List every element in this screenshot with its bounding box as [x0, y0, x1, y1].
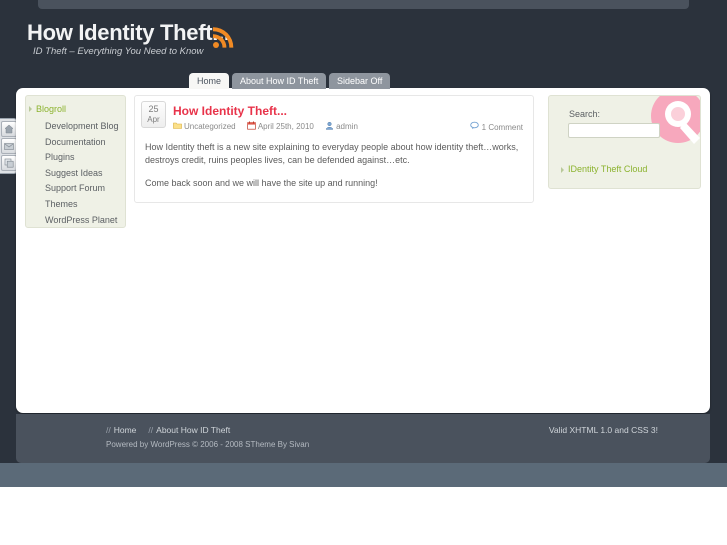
tab-home[interactable]: Home [189, 73, 230, 89]
tab-sidebar-off[interactable]: Sidebar Off [329, 73, 391, 89]
top-bar [38, 0, 689, 9]
footer-link-about[interactable]: About How ID Theft [156, 425, 230, 435]
post-meta: Uncategorized April 25th, 2010 admin 1 C… [173, 121, 525, 132]
folder-icon [173, 121, 182, 130]
footer-link-home[interactable]: Home [114, 425, 137, 435]
list-item[interactable]: Documentation [26, 135, 125, 151]
list-item[interactable]: Support Forum [26, 181, 125, 197]
caret-icon [29, 106, 32, 112]
widget-title-blogroll[interactable]: Blogroll [26, 96, 125, 114]
meta-comments[interactable]: 1 Comment [470, 121, 523, 132]
left-sidebar: Blogroll Development Blog Documentation … [25, 95, 126, 228]
list-item[interactable]: Plugins [26, 150, 125, 166]
footer-credit: Powered by WordPress © 2006 - 2008 SThem… [106, 440, 310, 449]
post-date-badge: 25 Apr [141, 101, 166, 128]
site-title: How Identity Theft... [27, 20, 230, 45]
widget-title-label: Blogroll [36, 104, 67, 114]
site-footer: //Home//About How ID Theft Powered by Wo… [16, 414, 710, 463]
search-input[interactable] [568, 123, 660, 138]
rss-feed-icon[interactable] [210, 25, 236, 51]
meta-author-label: admin [336, 122, 358, 131]
cloud-link-label: IDentity Theft Cloud [568, 164, 648, 174]
page-bottom-band [0, 463, 727, 487]
post-date-month: Apr [147, 115, 160, 124]
list-item[interactable]: Suggest Ideas [26, 166, 125, 182]
calendar-icon [247, 121, 256, 130]
footer-separator: // [148, 425, 154, 435]
list-item[interactable]: Development Blog [26, 119, 125, 135]
list-item[interactable]: Themes [26, 197, 125, 213]
blogroll-list: Development Blog Documentation Plugins S… [26, 119, 125, 228]
site-header: How Identity Theft... ID Theft – Everyth… [0, 14, 727, 72]
post-body: How Identity theft is a new site explain… [145, 141, 525, 190]
main-content: 25 Apr How Identity Theft... Uncategoriz… [134, 95, 534, 203]
page-background: How Identity Theft... ID Theft – Everyth… [0, 0, 727, 487]
post-title[interactable]: How Identity Theft... [173, 102, 525, 118]
footer-separator: // [106, 425, 111, 435]
comment-bubble-icon [470, 121, 481, 132]
tab-about-how-id-theft[interactable]: About How ID Theft [232, 73, 327, 89]
meta-category-label: Uncategorized [184, 122, 236, 131]
content-container: Blogroll Development Blog Documentation … [16, 88, 710, 413]
meta-date: April 25th, 2010 [247, 121, 314, 131]
meta-category[interactable]: Uncategorized [173, 121, 236, 131]
windows-icon[interactable] [1, 155, 17, 171]
post-date-day: 25 [148, 104, 159, 114]
user-icon [325, 121, 334, 130]
mail-icon[interactable] [1, 138, 17, 154]
footer-navigation: //Home//About How ID Theft [106, 425, 242, 435]
post-paragraph: How Identity theft is a new site explain… [145, 142, 519, 165]
meta-date-label: April 25th, 2010 [257, 122, 314, 131]
caret-icon [561, 167, 564, 173]
site-tagline: ID Theft – Everything You Need to Know [33, 46, 204, 57]
meta-author[interactable]: admin [325, 121, 358, 131]
footer-validation-text: Valid XHTML 1.0 and CSS 3! [548, 425, 658, 435]
list-item[interactable]: WordPress Planet [26, 213, 125, 229]
edge-toolbar [0, 118, 17, 174]
post-paragraph: Come back soon and we will have the site… [145, 178, 378, 188]
post-article: 25 Apr How Identity Theft... Uncategoriz… [134, 95, 534, 203]
meta-comments-label: 1 Comment [481, 123, 523, 132]
search-label: Search: [569, 109, 601, 119]
home-icon[interactable] [1, 121, 17, 137]
right-sidebar: Search: IDentity Theft Cloud [548, 95, 701, 189]
sidebar-link-identity-theft-cloud[interactable]: IDentity Theft Cloud [561, 164, 648, 174]
